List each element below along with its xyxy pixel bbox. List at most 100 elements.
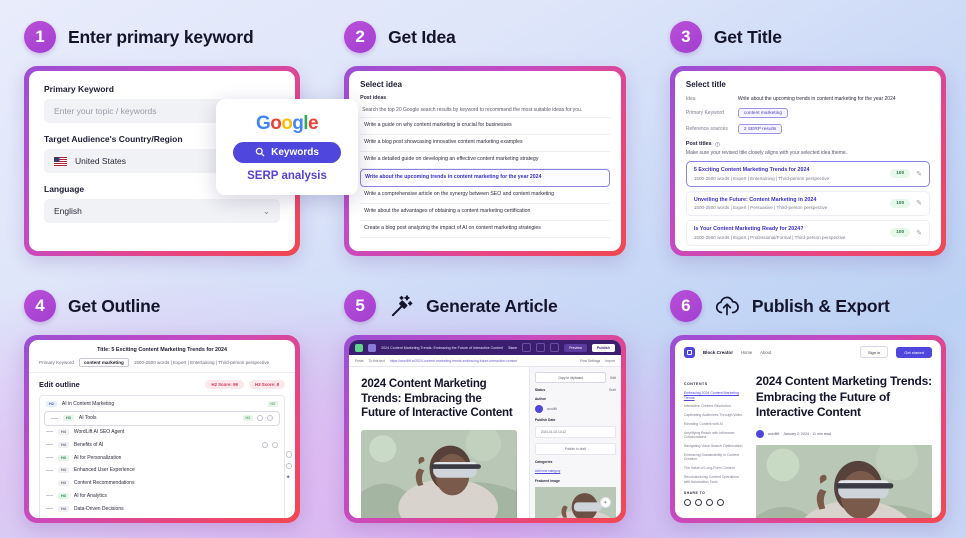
select-title-heading: Select title: [685, 80, 726, 89]
toc-item[interactable]: Revolutionizing Content Operations with …: [684, 475, 746, 484]
byline-meta: January 2, 2024 · 11 min read: [783, 431, 831, 436]
outline-row-text: AI for Analytics: [73, 492, 107, 499]
serp-analysis-link[interactable]: SERP analysis: [247, 170, 327, 182]
edit-pencil-icon[interactable]: ✎: [916, 170, 922, 178]
twitter-icon[interactable]: [694, 499, 702, 507]
editor-document[interactable]: 2024 Content Marketing Trends: Embracing…: [349, 367, 611, 518]
outline-row[interactable]: H2 AI in Content Marketing H2: [40, 398, 284, 411]
avatar: [755, 429, 764, 438]
country-value: United States: [75, 156, 127, 166]
toc-item[interactable]: The Value of Long-Form Content: [684, 466, 746, 471]
collapse-icon[interactable]: [257, 415, 264, 422]
title-card-selected[interactable]: 5 Exciting Content Marketing Trends for …: [685, 161, 930, 187]
step-title-3: Get Title: [713, 26, 782, 47]
h2-score-badge: H2 Score: 99: [205, 380, 244, 389]
avatar: [534, 405, 543, 413]
outline-row-text: AI Tools: [78, 415, 97, 422]
add-category-link[interactable]: Add new category: [535, 469, 616, 473]
keyword-chip[interactable]: content marketing: [737, 108, 788, 118]
more-options-icon[interactable]: [267, 415, 274, 422]
publish-to-draft-button[interactable]: Publish to draft: [534, 443, 616, 455]
outline-row-active[interactable]: H3 AI Tools H3: [44, 410, 281, 426]
outline-row[interactable]: H3 AI for Analytics: [40, 489, 284, 502]
step-cell-1: 1 Enter primary keyword Primary Keyword …: [0, 0, 358, 269]
undo-icon[interactable]: [522, 343, 532, 352]
step-badge-6: 6: [669, 290, 702, 322]
share-heading: SHARE TO: [683, 491, 706, 496]
linkedin-icon[interactable]: [705, 499, 713, 507]
copy-to-clipboard-button[interactable]: Copy to clipboard: [534, 372, 607, 383]
idea-item[interactable]: Write a guide on why content marketing i…: [360, 118, 610, 136]
step-badge-1: 1: [24, 21, 56, 53]
breadcrumb[interactable]: Posts: [355, 359, 363, 363]
edit-pencil-icon[interactable]: ✎: [916, 229, 922, 237]
outline-row[interactable]: H4 Benefits of AI: [40, 438, 284, 451]
keywords-button[interactable]: Keywords: [233, 141, 341, 163]
magic-wand-icon: [388, 293, 414, 319]
list-view-icon[interactable]: [550, 343, 560, 352]
collapse-icon[interactable]: [262, 441, 269, 448]
outline-row[interactable]: H4 Content Recommendations: [40, 477, 284, 490]
primary-keyword-label: Primary Keyword: [44, 84, 114, 94]
select-idea-heading: Select idea: [360, 80, 402, 89]
idea-item[interactable]: Write a blog post showcasing innovative …: [360, 135, 610, 153]
publish-date-field[interactable]: 2024-01-02 14:12: [534, 426, 616, 438]
settings-icon[interactable]: [285, 462, 293, 469]
blog-article-title: 2024 Content Marketing Trends: Embracing…: [755, 374, 932, 420]
idea-item[interactable]: Write a detailed guide on developing an …: [360, 152, 610, 170]
outline-row[interactable]: H4 Data-Driven Decisions: [40, 502, 284, 515]
publish-button[interactable]: Publish: [591, 343, 615, 352]
sign-in-button[interactable]: Sign in: [859, 346, 889, 358]
outline-doc-header: Title: 5 Exciting Content Marketing Tren…: [29, 340, 296, 373]
link-icon[interactable]: [716, 499, 724, 507]
sidebar-author-row[interactable]: wordlift: [534, 405, 616, 413]
language-select[interactable]: English ⌄: [44, 199, 281, 223]
title-card[interactable]: Is Your Content Marketing Ready for 2024…: [685, 220, 930, 246]
outline-row[interactable]: H4 Enhanced User Experience: [40, 464, 284, 477]
import-button[interactable]: Import: [605, 359, 615, 363]
facebook-icon[interactable]: [683, 499, 691, 507]
toc-item-active[interactable]: Embracing 2024 Content Marketing Trends: [684, 391, 746, 400]
vr-person-illustration: [755, 444, 932, 518]
post-ideas-subheading: Post ideas: [360, 95, 387, 101]
breadcrumb-2: To this text: [368, 358, 385, 363]
post-url-link[interactable]: https://wordlift.io/2024-content-marketi…: [390, 359, 575, 363]
outline-row[interactable]: H3 AI for Personalization: [40, 451, 284, 464]
indent-dash-icon: [51, 417, 58, 419]
idea-item-selected[interactable]: Write about the upcoming trends in conte…: [360, 169, 610, 187]
categories-row[interactable]: Categories: [535, 460, 616, 464]
nav-item-about[interactable]: About: [760, 350, 771, 355]
redo-icon[interactable]: [536, 343, 546, 352]
layout-icon[interactable]: [355, 343, 364, 352]
brand-logo-icon[interactable]: [683, 346, 695, 358]
idea-item[interactable]: Write about the advantages of obtaining …: [360, 204, 610, 222]
step-cell-6: 6 Publish & Export Block Creator Home Ab…: [646, 269, 966, 538]
post-settings-button[interactable]: Post Settings: [580, 359, 600, 363]
edit-link[interactable]: Edit: [610, 376, 616, 380]
toc-item[interactable]: Interactive Content Revolution: [684, 404, 746, 409]
edit-pencil-icon[interactable]: ✎: [916, 199, 922, 207]
toc-item[interactable]: Navigating Voice Search Optimization: [684, 444, 746, 449]
toc-item[interactable]: Elevating Content with AI: [684, 422, 746, 427]
title-card[interactable]: Unveiling the Future: Content Marketing …: [685, 190, 930, 216]
idea-item[interactable]: Write a comprehensive article on the syn…: [360, 187, 610, 205]
add-section-icon[interactable]: [285, 451, 293, 458]
title-card-meta: 1500-2500 words | Expert | Professional/…: [693, 234, 846, 240]
blocks-icon[interactable]: [368, 343, 377, 352]
toc-item[interactable]: Embracing Sustainability in Content Crea…: [684, 453, 746, 462]
idea-item[interactable]: Create a blog post analyzing the impact …: [360, 221, 610, 239]
more-options-icon[interactable]: [272, 441, 279, 448]
preview-button[interactable]: Preview: [564, 343, 587, 352]
meta-row-sources: Reference sources 2 SERP results: [686, 124, 930, 134]
magic-icon[interactable]: ✦: [286, 474, 293, 481]
get-started-button[interactable]: Get started: [896, 346, 932, 358]
toc-item[interactable]: Captivating Audiences Through Video: [684, 413, 746, 418]
serp-results-chip[interactable]: 2 SERP results: [737, 124, 783, 134]
nav-item-home[interactable]: Home: [741, 350, 752, 355]
outline-row[interactable]: H4 Predictive Analytics: [40, 515, 284, 518]
save-button[interactable]: Save: [508, 346, 517, 350]
meta-key: Primary Keyword: [685, 110, 724, 116]
toc-item[interactable]: Amplifying Reach with Influencer Collabo…: [684, 431, 746, 440]
indent-dash-icon: [46, 457, 53, 459]
outline-row[interactable]: H4 WordLift AI SEO Agent: [40, 426, 284, 439]
